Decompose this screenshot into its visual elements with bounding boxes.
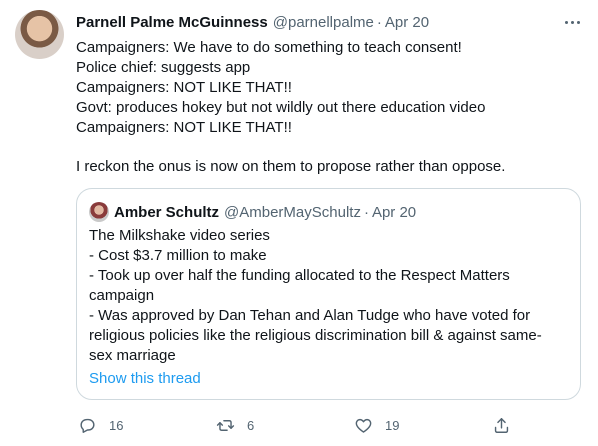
author-name[interactable]: Parnell Palme McGuinness bbox=[76, 14, 268, 31]
tweet-text-line: Police chief: suggests app bbox=[76, 59, 251, 76]
quoted-tweet-header: Amber Schultz @AmberMaySchultz · Apr 20 bbox=[89, 202, 416, 222]
header-separator: · bbox=[376, 13, 382, 31]
retweet-button[interactable]: 6 bbox=[216, 416, 354, 435]
quoted-tweet[interactable]: Amber Schultz @AmberMaySchultz · Apr 20 … bbox=[76, 188, 581, 400]
tweet-text-line: Campaigners: NOT LIKE THAT!! bbox=[76, 79, 292, 96]
quoted-text-line: religious policies like the religious di… bbox=[89, 327, 542, 344]
quoted-text-line: campaign bbox=[89, 287, 155, 304]
quoted-text-line: - Cost $3.7 million to make bbox=[89, 247, 267, 264]
tweet[interactable]: Parnell Palme McGuinness @parnellpalme ·… bbox=[0, 0, 598, 446]
reply-count: 16 bbox=[109, 417, 124, 433]
tweet-text-line: Campaigners: We have to do something to … bbox=[76, 39, 462, 56]
more-horizontal-icon[interactable] bbox=[561, 12, 583, 32]
author-avatar[interactable] bbox=[15, 10, 64, 59]
author-handle[interactable]: @parnellpalme bbox=[273, 14, 374, 31]
tweet-text-line: I reckon the onus is now on them to prop… bbox=[76, 158, 506, 175]
quoted-author-avatar bbox=[89, 202, 109, 222]
quoted-text-line: - Was approved by Dan Tehan and Alan Tud… bbox=[89, 307, 531, 324]
tweet-header: Parnell Palme McGuinness @parnellpalme ·… bbox=[76, 12, 583, 32]
quoted-tweet-timestamp: Apr 20 bbox=[371, 203, 417, 221]
heart-icon bbox=[355, 418, 372, 433]
show-thread-link[interactable]: Show this thread bbox=[89, 370, 201, 387]
quoted-text-line: - Took up over half the funding allocate… bbox=[89, 267, 510, 284]
retweet-count: 6 bbox=[247, 417, 255, 433]
share-button[interactable] bbox=[492, 416, 511, 435]
reply-button[interactable]: 16 bbox=[78, 416, 216, 435]
reply-bubble-icon bbox=[80, 418, 95, 433]
quoted-text-line: sex marriage bbox=[89, 347, 176, 364]
tweet-text-line: Govt: produces hokey but not wildly out … bbox=[76, 99, 486, 116]
quoted-author-name: Amber Schultz bbox=[114, 203, 220, 221]
retweet-arrows-icon bbox=[216, 419, 235, 431]
tweet-text: Campaigners: We have to do something to … bbox=[76, 38, 584, 177]
quoted-tweet-text: The Milkshake video series - Cost $3.7 m… bbox=[89, 226, 567, 366]
tweet-timestamp[interactable]: Apr 20 bbox=[385, 14, 429, 31]
quoted-author-handle: @AmberMaySchultz bbox=[224, 203, 361, 221]
quoted-text-line: The Milkshake video series bbox=[89, 227, 270, 244]
like-button[interactable]: 19 bbox=[354, 416, 492, 435]
tweet-actions: 16 6 19 bbox=[76, 414, 583, 436]
like-count: 19 bbox=[385, 417, 400, 433]
share-upload-icon bbox=[494, 417, 509, 433]
tweet-text-line: Campaigners: NOT LIKE THAT!! bbox=[76, 119, 292, 136]
quoted-header-separator: · bbox=[363, 203, 369, 221]
